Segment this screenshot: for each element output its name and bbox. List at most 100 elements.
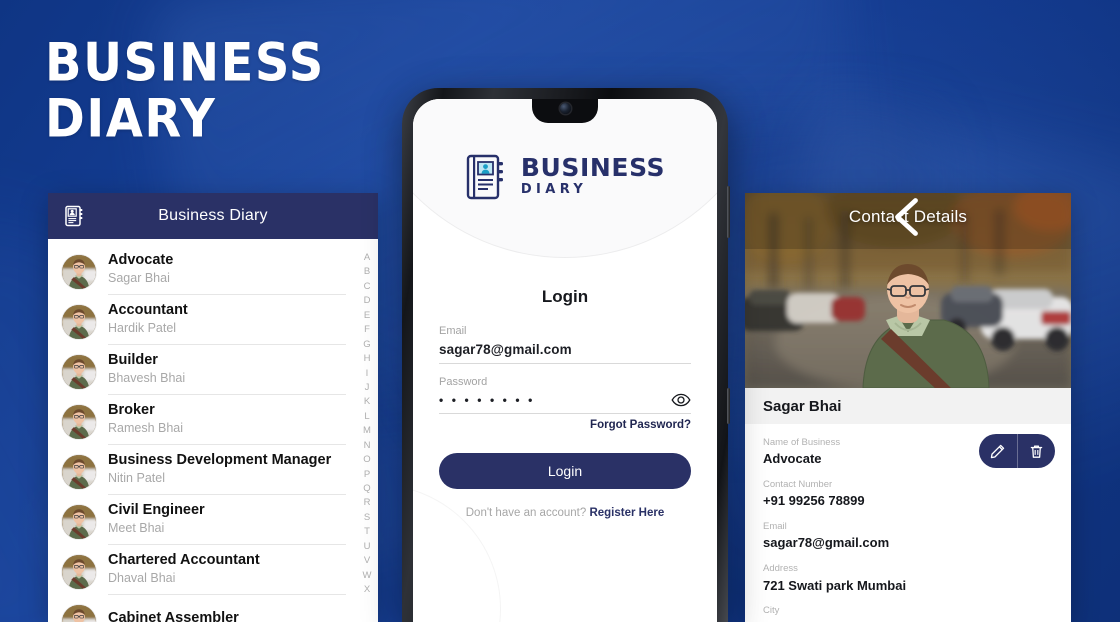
login-button[interactable]: Login <box>439 453 691 489</box>
password-field-group: Password • • • • • • • • Forgot Password… <box>439 376 691 431</box>
contact-hero-photo: Contact Details <box>745 193 1071 388</box>
hero-title: BUSINESS DIARY <box>45 37 323 150</box>
login-heading: Login <box>541 287 589 306</box>
brand-wordmark: BUSINESS DIARY <box>521 155 665 200</box>
delete-contact-button[interactable] <box>1016 434 1056 468</box>
alphabet-index-letter[interactable]: W <box>363 569 372 583</box>
chevron-left-icon[interactable] <box>759 198 918 236</box>
contact-list-title: Business Diary <box>158 207 268 224</box>
contact-list-body: Advocate Sagar Bhai Accountant Hardik Pate… <box>48 239 378 622</box>
contact-list-item[interactable]: Advocate Sagar Bhai <box>48 247 356 297</box>
contact-item-title: Advocate <box>108 252 174 269</box>
contact-detail-field: City Mumbai <box>763 604 1053 622</box>
trash-icon <box>1030 445 1043 458</box>
alphabet-index-letter[interactable]: A <box>364 251 370 265</box>
email-field-group: Email sagar78@gmail.com <box>439 325 691 364</box>
contact-item-title: Chartered Accountant <box>108 552 260 569</box>
contact-actions <box>979 434 1055 468</box>
contact-detail-field: Email sagar78@gmail.com <box>763 520 1053 553</box>
alphabet-index-letter[interactable]: C <box>364 280 371 294</box>
register-prompt-text: Don't have an account? <box>465 507 587 519</box>
alphabet-index-letter[interactable]: V <box>364 554 370 568</box>
alphabet-index-letter[interactable]: E <box>364 309 370 323</box>
email-label: Email <box>439 325 467 337</box>
contact-list-item[interactable]: Cabinet Assembler <box>48 597 356 622</box>
alphabet-index-letter[interactable]: Q <box>363 482 370 496</box>
alphabet-index-letter[interactable]: L <box>364 410 369 424</box>
alphabet-index-letter[interactable]: N <box>364 439 371 453</box>
contact-list-item[interactable]: Accountant Hardik Patel <box>48 297 356 347</box>
contact-list-item[interactable]: Broker Ramesh Bhai <box>48 397 356 447</box>
alphabet-index-letter[interactable]: F <box>364 323 370 337</box>
email-input[interactable]: sagar78@gmail.com <box>439 342 691 357</box>
contact-avatar <box>62 505 96 539</box>
contact-item-title: Broker <box>108 402 155 419</box>
app-brand-lockup: BUSINESS DIARY <box>413 153 717 201</box>
alphabet-index-letter[interactable]: D <box>364 294 371 308</box>
contact-rows: Advocate Sagar Bhai Accountant Hardik Pate… <box>48 239 356 622</box>
contact-item-subtitle: Meet Bhai <box>108 520 165 535</box>
alphabet-index-letter[interactable]: U <box>364 540 371 554</box>
alphabet-index-letter[interactable]: X <box>364 583 370 597</box>
contact-avatar <box>62 305 96 339</box>
phone-mockup: BUSINESS DIARY Login Email sagar78@gmail… <box>402 88 730 622</box>
contact-list-item[interactable]: Chartered Accountant Dhaval Bhai <box>48 547 356 597</box>
contact-item-title: Business Development Manager <box>108 452 332 469</box>
contact-item-text: Broker Ramesh Bhai <box>108 399 346 445</box>
alphabet-index-letter[interactable]: P <box>364 468 370 482</box>
password-input-row[interactable]: • • • • • • • • <box>439 393 691 414</box>
forgot-password-link[interactable]: Forgot Password? <box>439 419 691 431</box>
contact-item-subtitle: Sagar Bhai <box>108 270 170 285</box>
phone-power-button <box>727 388 730 424</box>
alphabet-index-letter[interactable]: I <box>366 367 369 381</box>
contact-name-bar: Sagar Bhai <box>745 388 1071 424</box>
address-book-icon <box>62 204 86 228</box>
edit-contact-button[interactable] <box>979 434 1017 468</box>
alphabet-index-letter[interactable]: G <box>363 338 370 352</box>
contact-avatar <box>62 405 96 439</box>
login-screen: BUSINESS DIARY Login Email sagar78@gmail… <box>413 99 717 622</box>
contact-details-panel: Contact Details Sagar Bhai Name of Busin… <box>745 193 1071 622</box>
contact-detail-label: City <box>763 605 780 617</box>
hero-title-line-2: DIARY <box>45 88 217 151</box>
contact-list-item[interactable]: Civil Engineer Meet Bhai <box>48 497 356 547</box>
contact-details-topbar: Contact Details <box>745 193 1071 241</box>
contact-detail-field: Address 721 Swati park Mumbai <box>763 562 1053 595</box>
email-input-row[interactable]: sagar78@gmail.com <box>439 342 691 364</box>
contact-item-text: Builder Bhavesh Bhai <box>108 349 346 395</box>
contact-item-subtitle: Dhaval Bhai <box>108 570 176 585</box>
password-label: Password <box>439 376 488 388</box>
hero-title-line-1: BUSINESS <box>45 32 325 94</box>
eye-icon[interactable] <box>671 393 691 407</box>
alphabet-index-letter[interactable]: B <box>364 265 370 279</box>
contact-item-title: Accountant <box>108 302 188 319</box>
password-input[interactable]: • • • • • • • • <box>439 393 671 407</box>
alphabet-index-scrubber[interactable]: ABCDEFGHIJKLMNOPQRSTUVWX <box>356 239 378 622</box>
register-here-link[interactable]: Register Here <box>589 507 664 519</box>
contact-item-title: Builder <box>108 352 158 369</box>
contact-item-text: Accountant Hardik Patel <box>108 299 346 345</box>
contact-list-header: Business Diary <box>48 193 378 239</box>
alphabet-index-letter[interactable]: K <box>364 395 370 409</box>
contact-item-text: Advocate Sagar Bhai <box>108 249 346 295</box>
contact-avatar <box>62 355 96 389</box>
contact-item-text: Civil Engineer Meet Bhai <box>108 499 346 545</box>
front-camera-icon <box>559 103 571 114</box>
alphabet-index-letter[interactable]: M <box>363 424 371 438</box>
contact-list-item[interactable]: Business Development Manager Nitin Patel <box>48 447 356 497</box>
brand-name-sub: DIARY <box>520 181 588 197</box>
alphabet-index-letter[interactable]: T <box>364 525 370 539</box>
contact-detail-value: 721 Swati park Mumbai <box>763 577 907 593</box>
contact-list-panel: Business Diary Advocate Sagar Bhai Accoun… <box>48 193 378 622</box>
alphabet-index-letter[interactable]: R <box>364 496 371 510</box>
register-prompt-row: Don't have an account? Register Here <box>439 507 691 519</box>
contact-list-item[interactable]: Builder Bhavesh Bhai <box>48 347 356 397</box>
contact-avatar <box>62 455 96 489</box>
alphabet-index-letter[interactable]: S <box>364 511 370 525</box>
alphabet-index-letter[interactable]: J <box>365 381 370 395</box>
contact-item-subtitle: Nitin Patel <box>108 470 165 485</box>
contact-detail-value: +91 99256 78899 <box>763 493 865 509</box>
alphabet-index-letter[interactable]: H <box>364 352 371 366</box>
alphabet-index-letter[interactable]: O <box>363 453 370 467</box>
contact-detail-value: Mumbai <box>763 619 1053 622</box>
